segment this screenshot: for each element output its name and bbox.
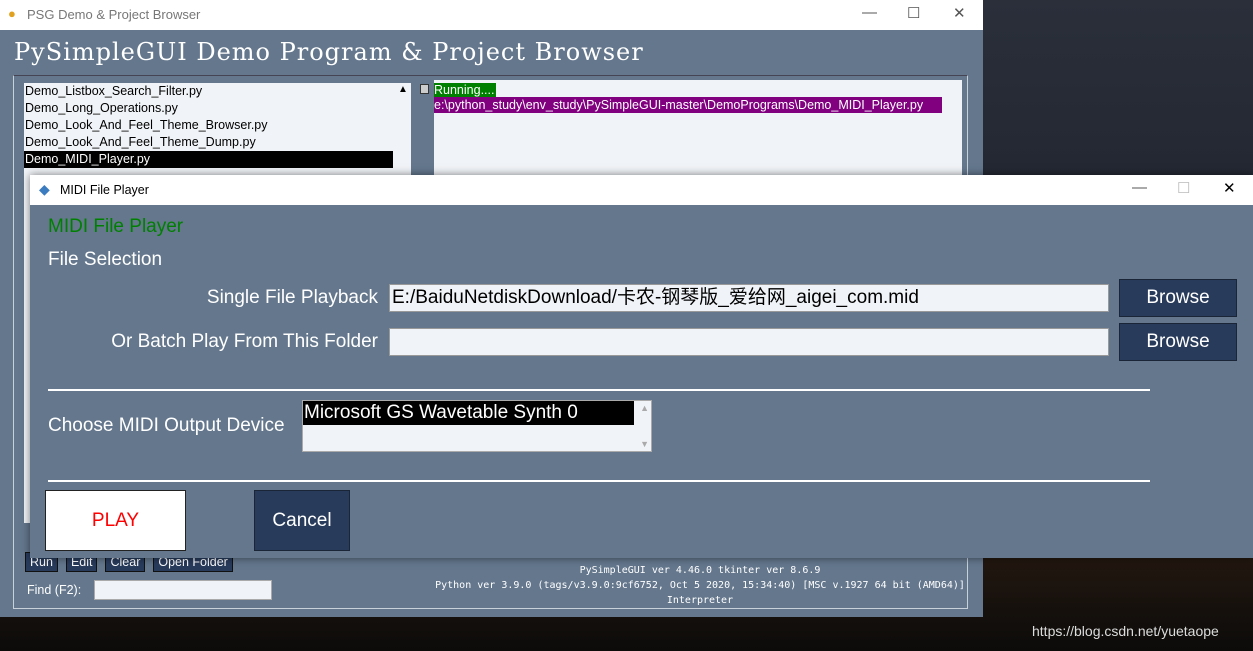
section-label: File Selection — [48, 249, 163, 270]
list-item[interactable]: Demo_Listbox_Search_Filter.py — [24, 83, 411, 100]
window-title: PSG Demo & Project Browser — [27, 7, 201, 22]
minimize-button[interactable]: — — [862, 4, 877, 21]
divider — [48, 389, 1150, 391]
version-line: Python ver 3.9.0 (tags/v3.9.0:9cf6752, O… — [435, 580, 965, 591]
maximize-button[interactable]: ☐ — [907, 4, 920, 22]
title-bar: ● PSG Demo & Project Browser — ☐ ✕ — [0, 0, 983, 30]
python-icon: ◆ — [39, 181, 50, 197]
output-path: e:\python_study\env_study\PySimpleGUI-ma… — [434, 97, 942, 113]
checkbox[interactable] — [420, 84, 429, 94]
maximize-button[interactable]: ☐ — [1177, 179, 1190, 197]
version-line: PySimpleGUI ver 4.46.0 tkinter ver 8.6.9 — [579, 565, 821, 576]
batch-folder-input[interactable] — [389, 328, 1109, 356]
list-item-selected[interactable]: Demo_MIDI_Player.py — [24, 151, 393, 168]
scroll-down-icon[interactable]: ▼ — [640, 439, 649, 449]
midi-window: ◆ MIDI File Player — ☐ ✕ MIDI File Playe… — [30, 175, 1253, 558]
midi-window-title: MIDI File Player — [60, 183, 149, 197]
scroll-up-icon[interactable]: ▲ — [398, 84, 408, 95]
watermark: https://blog.csdn.net/yuetaope — [1032, 623, 1219, 639]
list-item[interactable]: Demo_Look_And_Feel_Theme_Browser.py — [24, 117, 411, 134]
batch-folder-label: Or Batch Play From This Folder — [111, 331, 378, 352]
close-button[interactable]: ✕ — [1223, 179, 1236, 197]
find-label: Find (F2): — [27, 583, 82, 597]
scroll-up-icon[interactable]: ▲ — [640, 403, 649, 413]
close-button[interactable]: ✕ — [953, 4, 966, 22]
running-text: Running.... — [434, 83, 497, 97]
device-item-selected[interactable]: Microsoft GS Wavetable Synth 0 — [303, 401, 634, 425]
list-item[interactable]: Demo_Long_Operations.py — [24, 100, 411, 117]
list-item[interactable]: Demo_Look_And_Feel_Theme_Dump.py — [24, 134, 411, 151]
browse-file-button[interactable]: Browse — [1119, 279, 1237, 317]
find-input[interactable] — [94, 580, 272, 600]
device-listbox[interactable]: Microsoft GS Wavetable Synth 0 ▲ ▼ — [302, 400, 652, 452]
midi-title-bar: ◆ MIDI File Player — ☐ ✕ — [30, 175, 1253, 205]
browse-folder-button[interactable]: Browse — [1119, 323, 1237, 361]
version-line: Interpreter — [666, 595, 734, 606]
play-button[interactable]: PLAY — [45, 490, 186, 551]
single-file-input[interactable]: E:/BaiduNetdiskDownload/卡农-钢琴版_爱给网_aigei… — [389, 284, 1109, 312]
minimize-button[interactable]: — — [1132, 179, 1147, 196]
page-title: PySimpleGUI Demo Program & Project Brows… — [14, 38, 644, 66]
single-file-label: Single File Playback — [206, 287, 378, 308]
midi-heading: MIDI File Player — [48, 216, 184, 237]
cancel-button[interactable]: Cancel — [254, 490, 350, 551]
device-label: Choose MIDI Output Device — [48, 415, 285, 436]
bulb-icon: ● — [8, 6, 16, 21]
divider — [48, 480, 1150, 482]
output-area[interactable]: Running.... e:\python_study\env_study\Py… — [434, 80, 962, 180]
